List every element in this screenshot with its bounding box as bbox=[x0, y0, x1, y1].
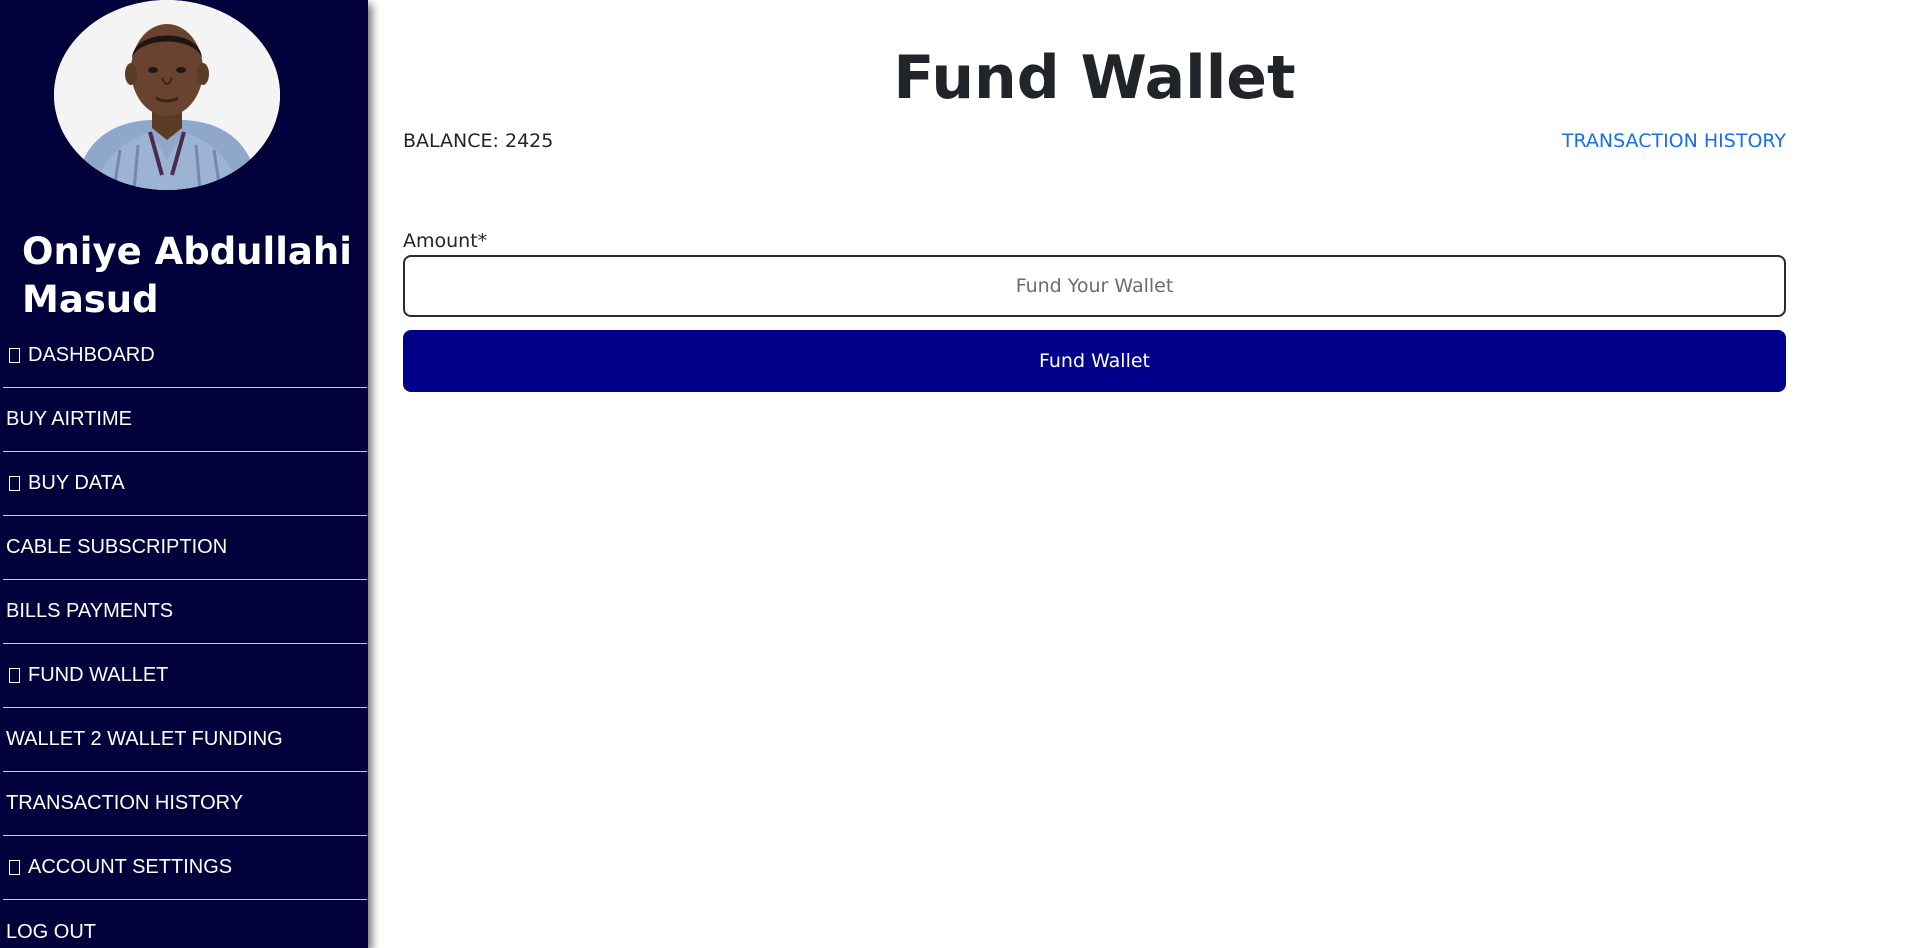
sidebar-item-label: FUND WALLET bbox=[28, 664, 169, 686]
user-photo bbox=[54, 0, 280, 190]
sidebar-item-label: LOG OUT bbox=[6, 920, 97, 943]
missing-glyph-icon bbox=[9, 348, 20, 363]
sidebar-item-label: CABLE SUBSCRIPTION bbox=[6, 536, 228, 558]
sidebar-item-label: TRANSACTION HISTORY bbox=[6, 792, 244, 814]
sidebar-item-transaction-history[interactable]: TRANSACTION HISTORY bbox=[3, 772, 367, 836]
sidebar-item-fund-wallet[interactable]: FUND WALLET bbox=[3, 644, 367, 708]
sidebar-item-account-settings[interactable]: ACCOUNT SETTINGS bbox=[3, 836, 367, 900]
transaction-history-link[interactable]: TRANSACTION HISTORY bbox=[1562, 128, 1786, 154]
user-name: Oniye Abdullahi Masud bbox=[22, 230, 352, 321]
sidebar-item-log-out[interactable]: LOG OUT bbox=[3, 900, 367, 948]
sidebar-item-label: BUY DATA bbox=[28, 472, 125, 494]
balance-value: 2425 bbox=[504, 130, 554, 152]
balance-label: BALANCE: bbox=[403, 130, 499, 152]
sidebar-item-cable-subscription[interactable]: CABLE SUBSCRIPTION bbox=[3, 516, 367, 580]
sidebar-item-label: ACCOUNT SETTINGS bbox=[28, 856, 233, 878]
balance-display: BALANCE: 2425 bbox=[403, 128, 553, 154]
sidebar-item-dashboard[interactable]: DASHBOARD bbox=[3, 324, 367, 388]
sidebar: Oniye Abdullahi Masud DASHBOARD BUY AIRT… bbox=[0, 0, 368, 948]
page-title: Fund Wallet bbox=[893, 43, 1296, 113]
sidebar-item-label: BUY AIRTIME bbox=[6, 408, 132, 430]
sidebar-item-wallet-2-wallet-funding[interactable]: WALLET 2 WALLET FUNDING bbox=[3, 708, 367, 772]
sidebar-item-bills-payments[interactable]: BILLS PAYMENTS bbox=[3, 580, 367, 644]
sidebar-item-label: DASHBOARD bbox=[28, 344, 155, 366]
sidebar-item-buy-airtime[interactable]: BUY AIRTIME bbox=[3, 388, 367, 452]
avatar bbox=[54, 0, 280, 190]
missing-glyph-icon bbox=[9, 476, 20, 491]
amount-input[interactable] bbox=[403, 255, 1786, 317]
sidebar-item-buy-data[interactable]: BUY DATA bbox=[3, 452, 367, 516]
fund-wallet-button[interactable]: Fund Wallet bbox=[403, 330, 1786, 392]
missing-glyph-icon bbox=[9, 860, 20, 875]
missing-glyph-icon bbox=[9, 668, 20, 683]
amount-label: Amount* bbox=[403, 230, 488, 252]
sidebar-nav: DASHBOARD BUY AIRTIME BUY DATA CABLE SUB… bbox=[0, 324, 368, 948]
main-content: Fund Wallet BALANCE: 2425 TRANSACTION HI… bbox=[403, 0, 1786, 948]
sidebar-item-label: WALLET 2 WALLET FUNDING bbox=[6, 728, 283, 750]
sidebar-item-label: BILLS PAYMENTS bbox=[6, 600, 174, 622]
